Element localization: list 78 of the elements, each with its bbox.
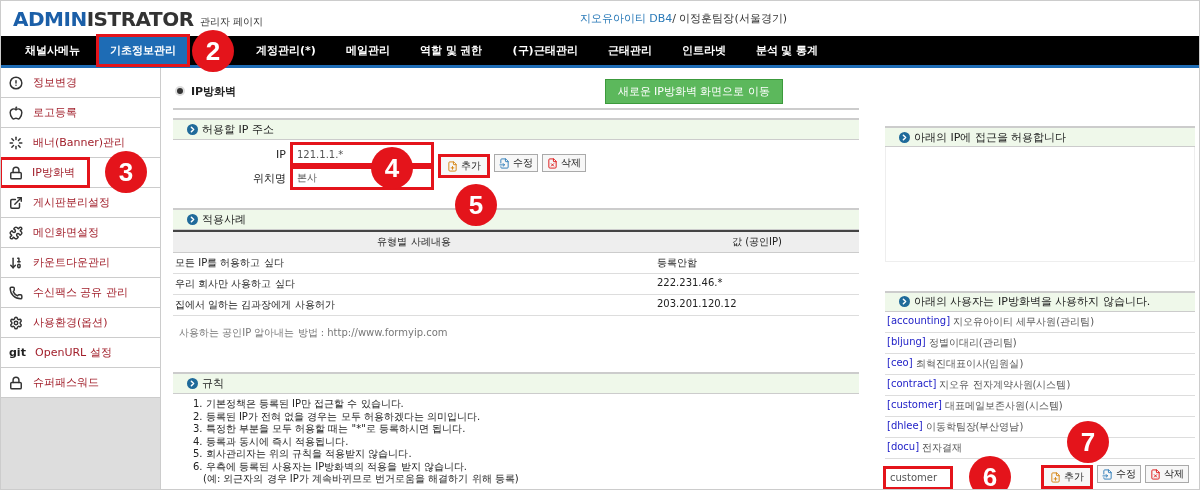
phone-icon — [9, 285, 23, 300]
chevron-icon — [187, 214, 198, 225]
column-header: 유형별 사례내용 — [173, 230, 655, 253]
section-title: 아래의 IP에 접근을 허용합니다 — [914, 129, 1067, 145]
lock-icon — [9, 375, 23, 390]
page-title: IP방화벽 — [191, 83, 237, 99]
hint-text: 사용하는 공인IP 알아내는 방법 : http://www.formyip.com — [178, 326, 449, 340]
external-link-icon — [9, 195, 23, 210]
user-row[interactable]: [customer] 대표메일보존사원(시스템) — [885, 396, 1195, 417]
file-arrow-icon — [1102, 468, 1113, 480]
delete-button[interactable]: 삭제 — [542, 154, 586, 172]
nav-tab[interactable]: 기초정보관리 — [98, 36, 188, 65]
user-row[interactable]: [ceo] 최혁진대표이사(임원실) — [885, 354, 1195, 375]
edit-button[interactable]: 수정 — [1097, 465, 1141, 483]
rule-text: 4. 등록과 동시에 즉시 적용됩니다. — [193, 435, 350, 448]
nav-tab[interactable]: 인트라넷 — [669, 36, 738, 65]
rule-text: 2. 등록된 IP가 전혀 없을 경우는 모두 허용하겠다는 의미입니다. — [193, 410, 482, 423]
lock-icon — [9, 165, 23, 180]
number-badge: 6 — [969, 456, 1011, 489]
sidebar-item[interactable]: OpenURL 설정 — [35, 345, 112, 360]
table-cell: 모든 IP를 허용하고 싶다 — [173, 253, 655, 274]
sidebar-item[interactable]: 정보변경 — [33, 75, 77, 90]
section-title: 아래의 사용자는 IP방화벽을 사용하지 않습니다. — [914, 294, 1151, 310]
user-row[interactable]: [contract] 지오유 전자계약사원(시스템) — [885, 375, 1195, 396]
file-plus-icon — [1050, 471, 1061, 483]
section-title: 규칙 — [202, 376, 224, 391]
number-badge: 2 — [192, 30, 234, 72]
delete-button[interactable]: 삭제 — [1145, 465, 1189, 483]
add-button[interactable]: 추가 — [1041, 465, 1093, 489]
chevron-icon — [187, 378, 198, 389]
alert-icon — [9, 75, 23, 90]
user-id-field[interactable]: customer — [885, 467, 951, 488]
nav-tab[interactable]: 근태관리 — [595, 36, 664, 65]
loader-icon — [9, 135, 23, 150]
column-header: 값 (공인IP) — [655, 230, 859, 253]
nav-tab[interactable]: 분석 및 통계 — [743, 36, 831, 65]
table-cell: 203.201.120.12 — [655, 295, 859, 316]
rule-text: 6. 우측에 등록된 사용자는 IP방화벽의 적용을 받지 않습니다. — [193, 460, 468, 473]
logo: ADMINISTRATOR — [13, 6, 194, 31]
file-x-icon — [1150, 468, 1161, 480]
field-label: IP — [275, 147, 286, 161]
table-cell: 222.231.46.* — [655, 274, 859, 295]
file-x-icon — [547, 157, 558, 169]
logo-subtitle: 관리자 페이지 — [199, 14, 263, 29]
user-row[interactable]: [accounting] 지오유아이티 세무사원(관리팀) — [885, 312, 1195, 333]
file-arrow-icon — [499, 157, 510, 169]
nav-tab[interactable]: 채널사메뉴 — [13, 36, 92, 65]
settings-icon — [9, 315, 23, 330]
sidebar-item[interactable]: 로고등록 — [33, 105, 77, 120]
git-icon: git — [9, 346, 25, 359]
user-info: 지오유아이티 DB4/ 이정훈팀장(서울경기) — [579, 11, 787, 26]
section-title: 적용사례 — [202, 212, 246, 227]
table-cell: 우리 회사만 사용하고 싶다 — [173, 274, 655, 295]
rule-text: 3. 특정한 부분을 모두 허용할 때는 "*"로 등록하시면 됩니다. — [193, 423, 467, 436]
add-button[interactable]: 추가 — [438, 154, 490, 178]
chevron-icon — [899, 296, 910, 308]
field-label: 위치명 — [253, 170, 286, 186]
rule-text: 1. 기본정책은 등록된 IP만 접근할 수 있습니다. — [193, 398, 405, 411]
rule-text: (예: 외근자의 경우 IP가 계속바뀌므로 번거로움을 해결하기 위해 등록) — [202, 473, 520, 486]
nav-tab[interactable]: 계정관리(*) — [244, 36, 328, 65]
sort-icon — [9, 255, 23, 270]
table-cell: 집에서 일하는 김과장에게 사용허가 — [173, 295, 655, 316]
nav-tab[interactable]: 메일관리 — [333, 36, 402, 65]
rule-text: 5. 회사관리자는 위의 규칙을 적용받지 않습니다. — [193, 448, 413, 461]
bullet-icon — [177, 88, 183, 94]
edit-button[interactable]: 수정 — [494, 154, 538, 172]
chevron-icon — [899, 131, 910, 143]
nav-tab[interactable]: (구)근태관리 — [500, 36, 590, 65]
number-badge: 7 — [1067, 421, 1109, 463]
nav-tab[interactable]: 역할 및 권한 — [407, 36, 495, 65]
section-title: 허용할 IP 주소 — [202, 122, 274, 137]
number-badge: 5 — [455, 184, 497, 226]
file-plus-icon — [447, 160, 458, 172]
user-row[interactable]: [bljung] 정별이대리(관리팀) — [885, 333, 1195, 354]
table-cell: 등록안함 — [655, 253, 859, 274]
apple-icon — [9, 105, 23, 120]
puzzle-icon — [9, 225, 23, 240]
chevron-icon — [187, 124, 198, 135]
